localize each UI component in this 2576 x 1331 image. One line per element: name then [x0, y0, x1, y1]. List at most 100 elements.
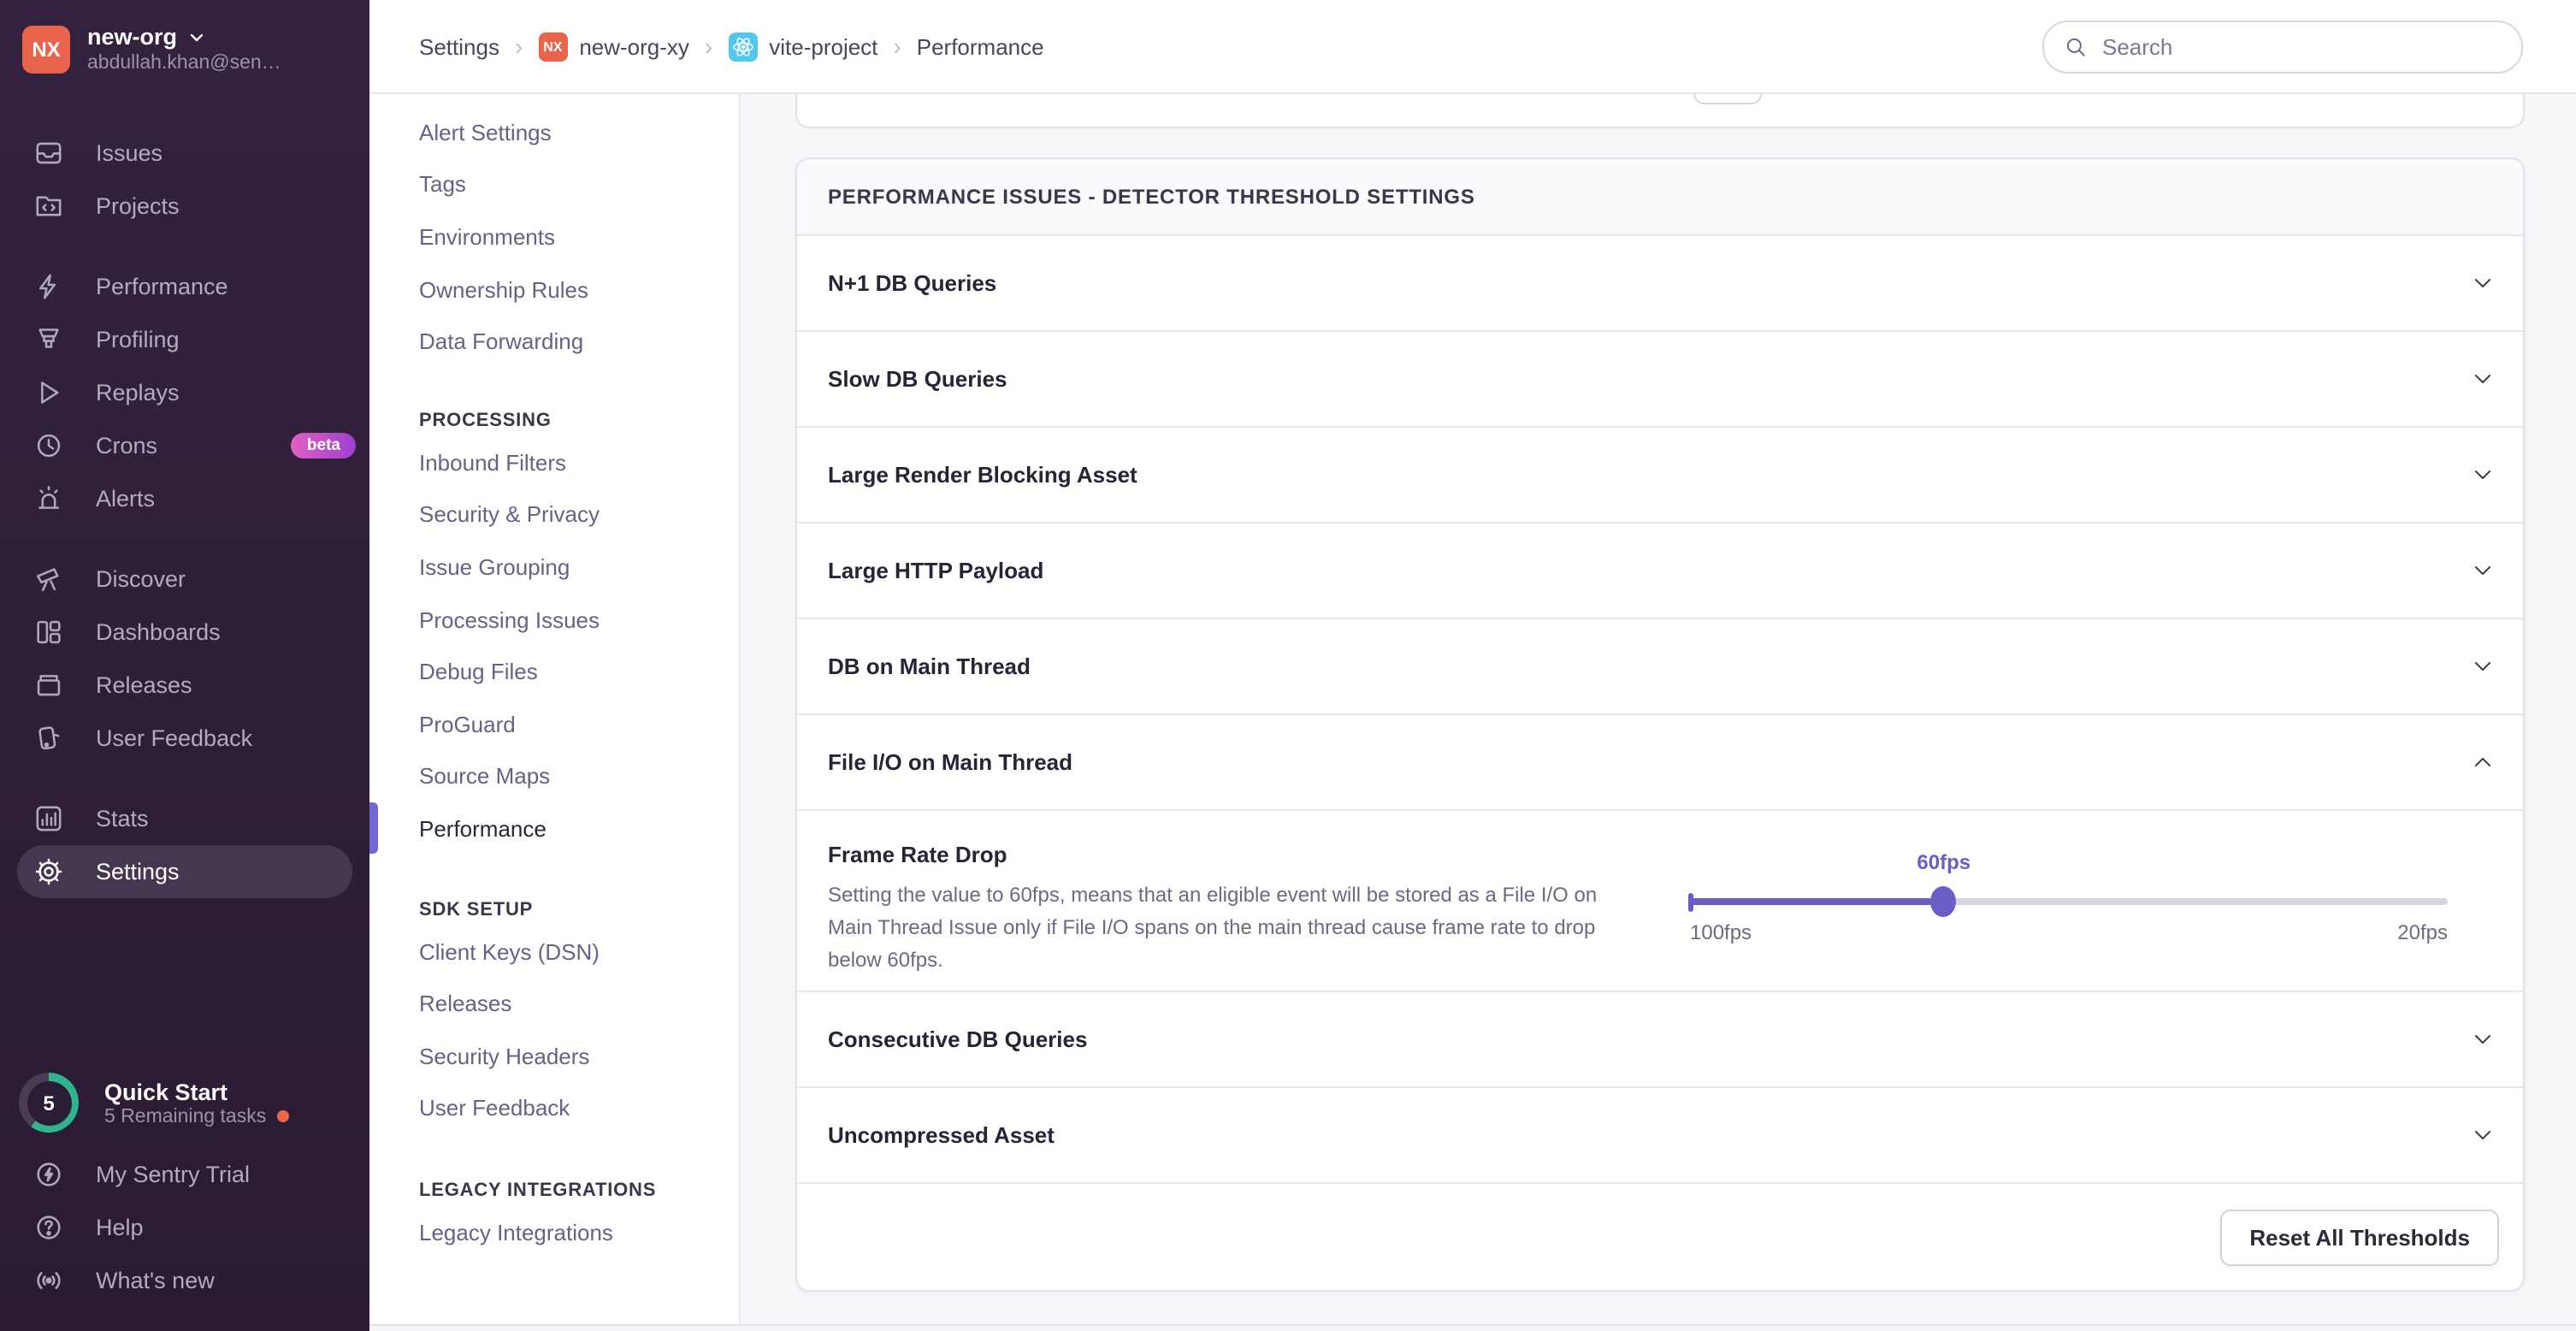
- sidebar-item-my-sentry-trial[interactable]: My Sentry Trial: [0, 1148, 369, 1201]
- topbar: Settings › NX new-org-xy › vite-project …: [369, 0, 2576, 94]
- quick-start-count: 5: [27, 1080, 71, 1125]
- breadcrumb-settings[interactable]: Settings: [419, 33, 499, 59]
- broadcast-icon: [34, 1266, 63, 1295]
- settings-nav-security-privacy[interactable]: Security & Privacy: [369, 488, 739, 541]
- accordion-row-file-io-on-main-thread[interactable]: File I/O on Main Thread: [797, 715, 2523, 811]
- quick-start-sublabel: 5 Remaining tasks: [104, 1106, 266, 1127]
- breadcrumb-separator: ›: [705, 33, 712, 60]
- main-content: PERFORMANCE ISSUES - DETECTOR THRESHOLD …: [739, 92, 2576, 1331]
- chevron-down-icon: [2472, 464, 2494, 486]
- frame-rate-drop-description: Setting the value to 60fps, means that a…: [828, 879, 1628, 977]
- alerts-icon: [34, 484, 63, 513]
- settings-nav-source-maps[interactable]: Source Maps: [369, 750, 739, 802]
- settings-nav-header-processing: PROCESSING: [369, 387, 739, 431]
- discover-icon: [34, 565, 63, 594]
- settings-nav-releases[interactable]: Releases: [369, 978, 739, 1030]
- search-icon: [2065, 35, 2087, 57]
- sidebar-item-help[interactable]: Help: [0, 1201, 369, 1254]
- accordion-row-slow-db-queries[interactable]: Slow DB Queries: [797, 332, 2523, 428]
- settings-nav-header-legacy: LEGACY INTEGRATIONS: [369, 1156, 739, 1201]
- org-switcher[interactable]: NX new-org abdullah.khan@sen…: [0, 0, 369, 91]
- accordion-row-n-plus-one-db-queries[interactable]: N+1 DB Queries: [797, 236, 2523, 332]
- app-root: NX new-org abdullah.khan@sen… Issues Pro…: [0, 0, 2576, 1331]
- performance-icon: [34, 272, 63, 301]
- slider-fill: [1690, 898, 1944, 905]
- settings-nav-tags[interactable]: Tags: [369, 158, 739, 210]
- frame-rate-slider: 60fps 100fps 20fps: [1690, 811, 2448, 991]
- quick-start[interactable]: 5 Quick Start 5 Remaining tasks: [0, 1073, 369, 1148]
- settings-nav-debug-files[interactable]: Debug Files: [369, 646, 739, 698]
- dashboards-icon: [34, 618, 63, 647]
- settings-nav-proguard[interactable]: ProGuard: [369, 698, 739, 750]
- breadcrumb-separator: ›: [893, 33, 901, 60]
- settings-nav-processing-issues[interactable]: Processing Issues: [369, 594, 739, 646]
- settings-nav-inbound-filters[interactable]: Inbound Filters: [369, 436, 739, 488]
- slider-handle[interactable]: [1931, 886, 1957, 917]
- primary-nav: Issues Projects Performance Profiling: [0, 127, 369, 898]
- sidebar-item-discover[interactable]: Discover: [0, 553, 369, 606]
- settings-nav-issue-grouping[interactable]: Issue Grouping: [369, 541, 739, 593]
- settings-nav-security-headers[interactable]: Security Headers: [369, 1030, 739, 1082]
- frame-rate-drop-section: Frame Rate Drop Setting the value to 60f…: [797, 811, 2523, 992]
- sidebar-item-releases[interactable]: Releases: [0, 659, 369, 712]
- sidebar-item-whats-new[interactable]: What's new: [0, 1254, 369, 1307]
- slider-value-label: 60fps: [1917, 850, 1970, 874]
- sidebar-item-alerts[interactable]: Alerts: [0, 472, 369, 525]
- detector-threshold-card: PERFORMANCE ISSUES - DETECTOR THRESHOLD …: [795, 157, 2525, 1292]
- sidebar-item-projects[interactable]: Projects: [0, 180, 369, 233]
- accordion-row-uncompressed-asset[interactable]: Uncompressed Asset: [797, 1088, 2523, 1184]
- card-footer: Reset All Thresholds: [797, 1184, 2523, 1290]
- quick-start-progress-ring: 5: [19, 1073, 79, 1133]
- accordion-row-db-on-main-thread[interactable]: DB on Main Thread: [797, 619, 2523, 715]
- org-avatar: NX: [22, 25, 70, 73]
- panel-title: PERFORMANCE ISSUES - DETECTOR THRESHOLD …: [797, 159, 2523, 236]
- search-input[interactable]: [2099, 32, 2501, 61]
- slider-track[interactable]: [1690, 898, 2448, 905]
- issues-icon: [34, 139, 63, 168]
- chevron-down-icon: [2472, 559, 2494, 582]
- user-feedback-icon: [34, 724, 63, 753]
- sidebar-item-crons[interactable]: Crons beta: [0, 419, 369, 472]
- sidebar-item-dashboards[interactable]: Dashboards: [0, 606, 369, 659]
- chevron-down-icon: [2472, 655, 2494, 677]
- chevron-down-icon: [2472, 1028, 2494, 1050]
- sidebar-bottom: 5 Quick Start 5 Remaining tasks My Sentr…: [0, 1073, 369, 1331]
- accordion-row-consecutive-db-queries[interactable]: Consecutive DB Queries: [797, 992, 2523, 1088]
- settings-nav-legacy-integrations[interactable]: Legacy Integrations: [369, 1206, 739, 1258]
- org-name: new-org: [87, 24, 177, 50]
- chevron-down-icon: [2472, 368, 2494, 390]
- search-box[interactable]: [2042, 20, 2523, 73]
- react-project-icon: [728, 32, 757, 61]
- reset-all-thresholds-button[interactable]: Reset All Thresholds: [2220, 1209, 2499, 1265]
- settings-nav-client-keys[interactable]: Client Keys (DSN): [369, 925, 739, 977]
- sidebar-item-issues[interactable]: Issues: [0, 127, 369, 180]
- breadcrumb-page: Performance: [917, 33, 1044, 59]
- profiling-icon: [34, 325, 63, 354]
- scrolled-control: [1693, 92, 1762, 104]
- settings-nav-alert-settings[interactable]: Alert Settings: [369, 106, 739, 158]
- settings-nav-environments[interactable]: Environments: [369, 210, 739, 263]
- chevron-down-icon: [2472, 1124, 2494, 1146]
- primary-sidebar: NX new-org abdullah.khan@sen… Issues Pro…: [0, 0, 369, 1331]
- accordion-row-large-http-payload[interactable]: Large HTTP Payload: [797, 524, 2523, 619]
- sidebar-item-replays[interactable]: Replays: [0, 366, 369, 419]
- settings-nav-data-forwarding[interactable]: Data Forwarding: [369, 316, 739, 368]
- breadcrumb-org[interactable]: NX new-org-xy: [538, 32, 689, 61]
- scrolled-card-bottom: [795, 92, 2525, 128]
- slider-max-label: 20fps: [2397, 920, 2448, 944]
- stats-icon: [34, 804, 63, 833]
- sidebar-item-user-feedback[interactable]: User Feedback: [0, 712, 369, 765]
- sidebar-item-performance[interactable]: Performance: [0, 260, 369, 313]
- settings-nav-performance[interactable]: Performance: [369, 802, 739, 855]
- sidebar-item-stats[interactable]: Stats: [0, 792, 369, 845]
- replays-icon: [34, 378, 63, 407]
- breadcrumb-project[interactable]: vite-project: [728, 32, 877, 61]
- help-icon: [34, 1213, 63, 1242]
- notification-dot: [276, 1110, 288, 1122]
- sidebar-item-settings[interactable]: Settings: [17, 845, 352, 898]
- settings-nav-user-feedback[interactable]: User Feedback: [369, 1082, 739, 1134]
- sidebar-item-profiling[interactable]: Profiling: [0, 313, 369, 366]
- settings-nav-ownership-rules[interactable]: Ownership Rules: [369, 263, 739, 316]
- accordion-row-large-render-blocking-asset[interactable]: Large Render Blocking Asset: [797, 428, 2523, 524]
- quick-start-label: Quick Start: [104, 1079, 288, 1106]
